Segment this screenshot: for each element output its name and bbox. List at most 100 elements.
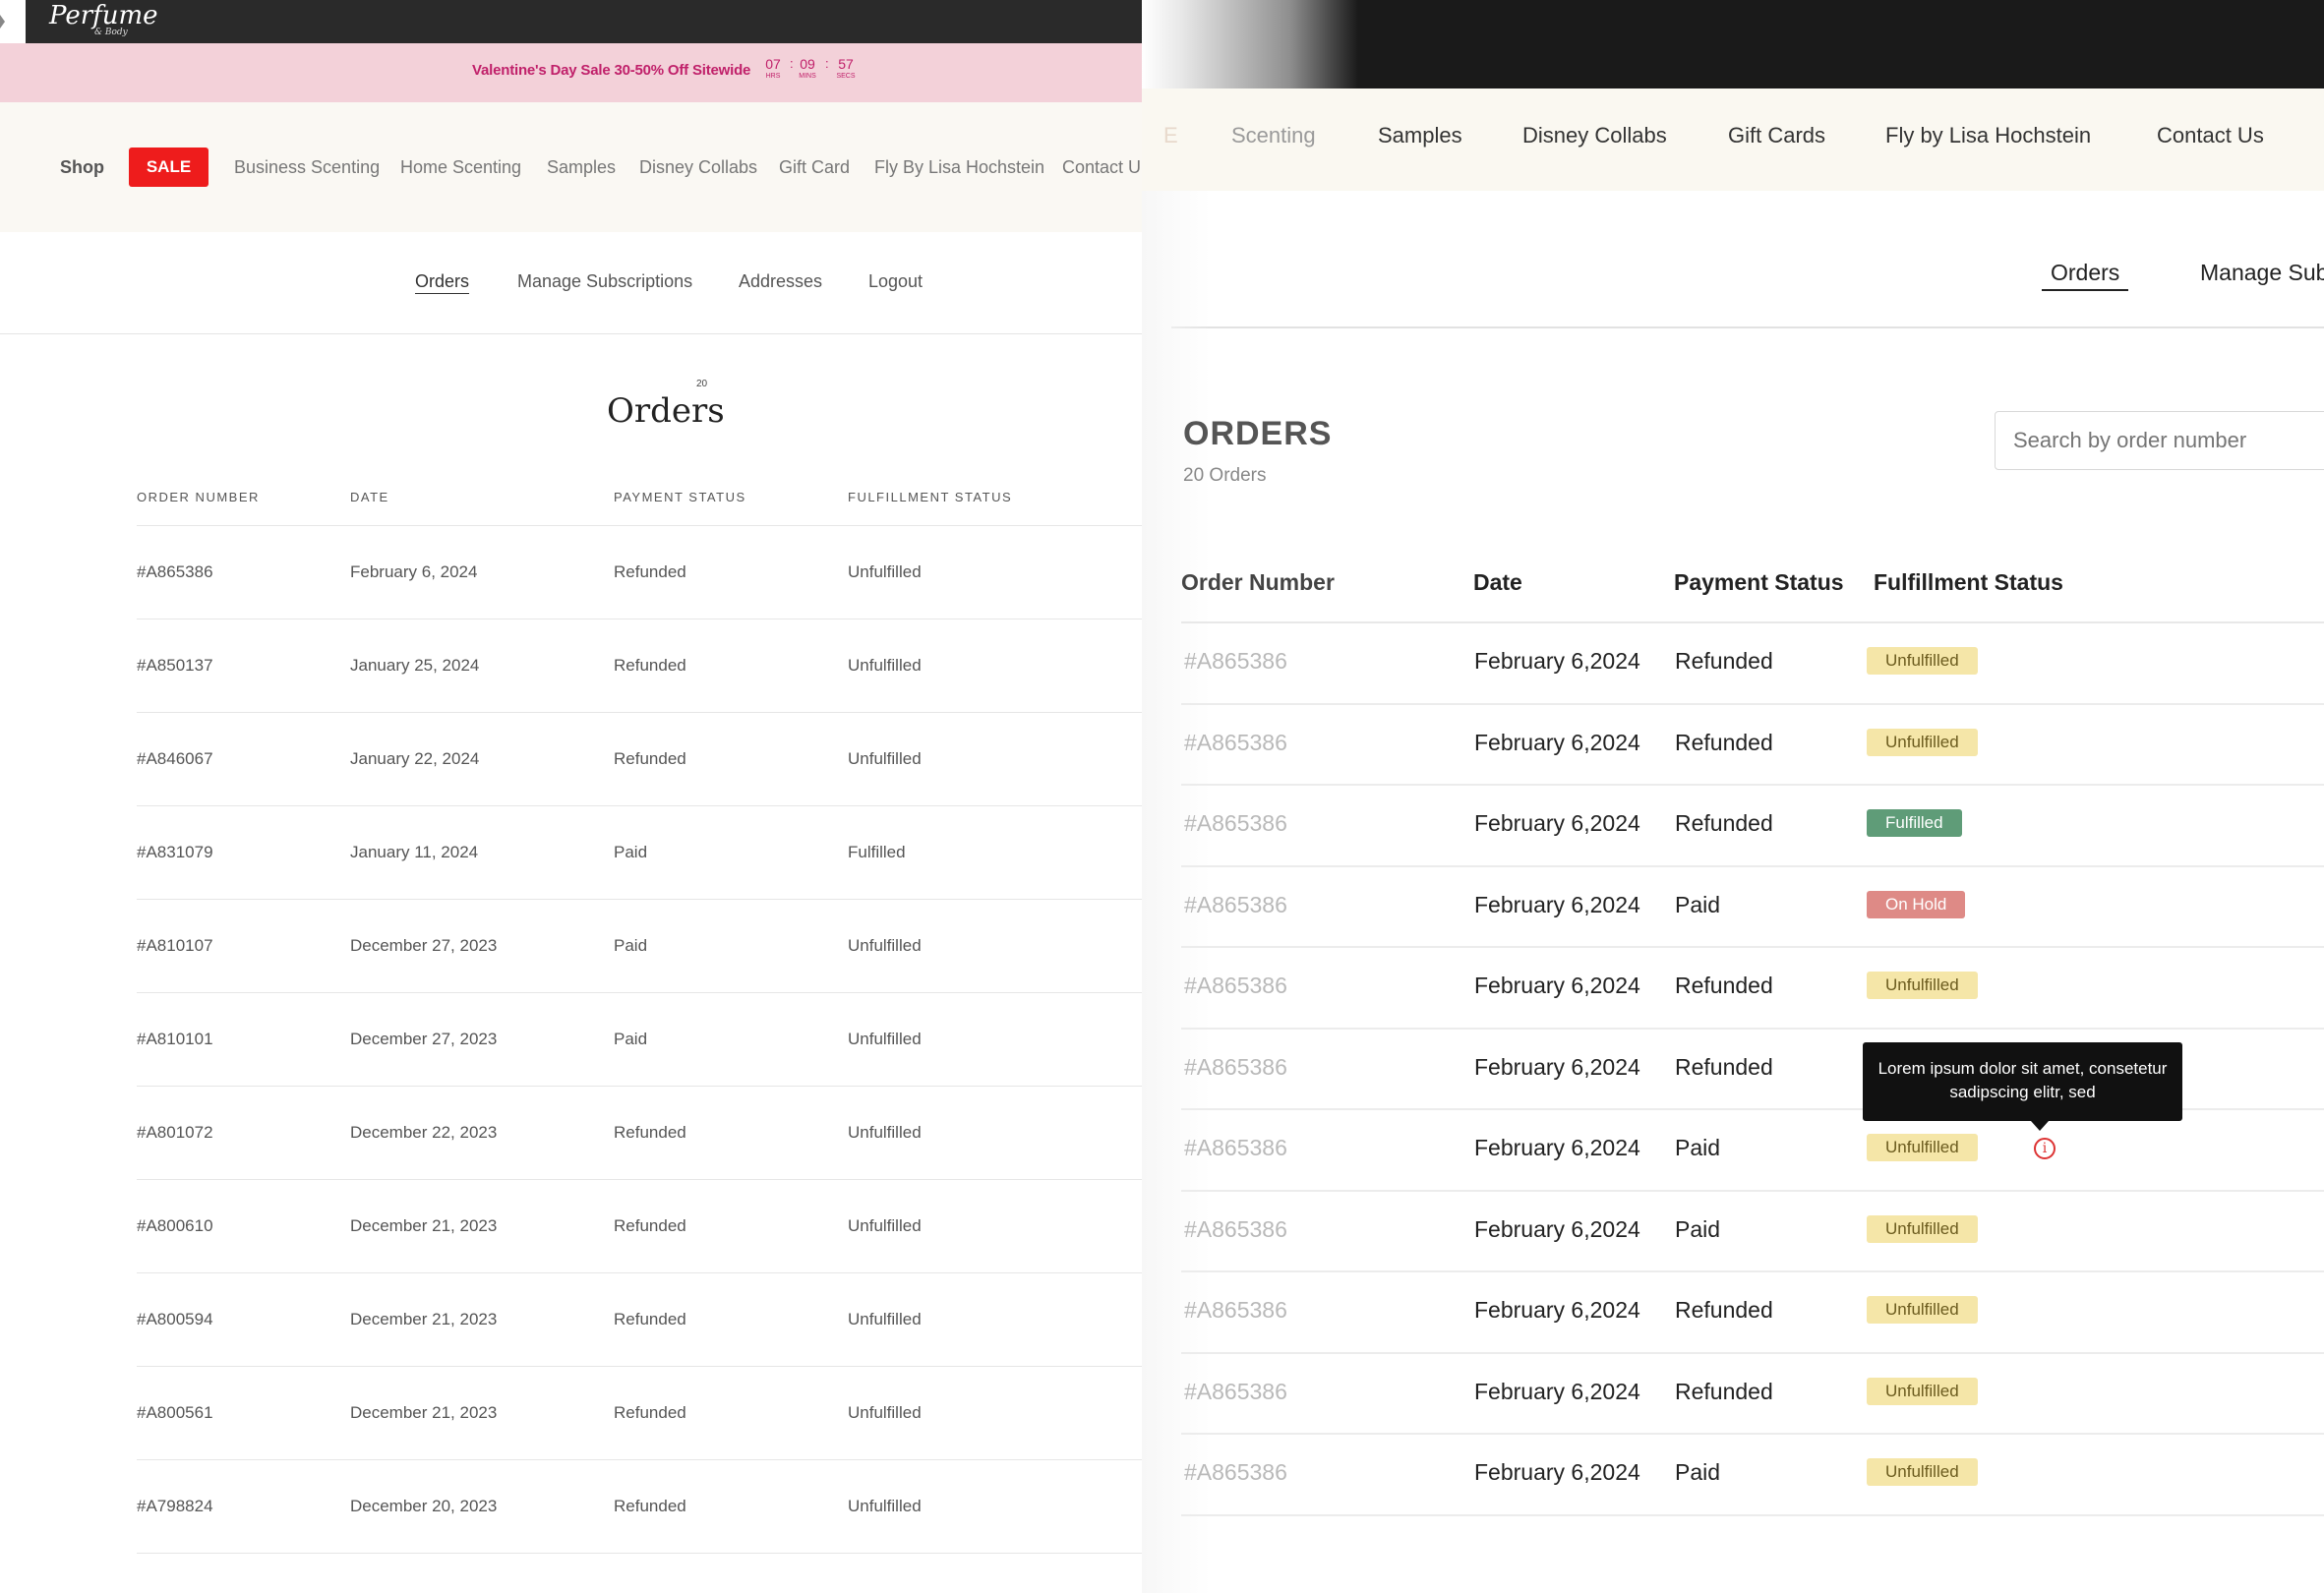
order-number-cell[interactable]: #A846067 (137, 749, 213, 769)
order-number-cell[interactable]: #A810101 (137, 1030, 213, 1049)
header-payment-status: Payment Status (1674, 569, 1844, 595)
tab-orders[interactable]: Orders (2051, 260, 2119, 286)
tab-manage-subscriptions[interactable]: Manage Subscriptions (517, 271, 692, 292)
tab-manage-subscriptions[interactable]: Manage Subsc (2200, 260, 2324, 286)
order-number-cell[interactable]: #A850137 (137, 656, 213, 676)
tab-addresses[interactable]: Addresses (739, 271, 822, 292)
nav-sale-button[interactable]: SALE (129, 148, 209, 187)
table-body: #A865386 February 6, 2024 Refunded Unfulfil… (137, 526, 1142, 1554)
search-input[interactable] (1995, 411, 2324, 470)
order-number-cell[interactable]: #A865386 (137, 562, 213, 582)
status-badge: Unfulfilled (1867, 972, 1978, 999)
date-cell: December 21, 2023 (350, 1310, 498, 1328)
status-badge: Unfulfilled (1867, 1377, 1978, 1405)
tab-logout[interactable]: Logout (868, 271, 923, 292)
order-number-cell[interactable]: #A810107 (137, 936, 213, 956)
nav-fly-by-lisa[interactable]: Fly by Lisa Hochstein (1885, 123, 2091, 148)
table-row[interactable]: #A865386 February 6,2024 Refunded Unfulfill… (1181, 623, 2324, 705)
nav-fly-by-lisa[interactable]: Fly By Lisa Hochstein (874, 157, 1044, 178)
nav-scenting[interactable]: Scenting (1231, 123, 1316, 148)
table-row[interactable]: #A865386 February 6,2024 Paid Unfulfilled (1181, 1435, 2324, 1516)
table-row[interactable]: #A801072 December 22, 2023 Refunded Unfulfi… (137, 1087, 1142, 1180)
table-row[interactable]: #A831079 January 11, 2024 Paid Fulfilled (137, 806, 1142, 900)
fulfillment-status-cell: Unfulfilled (848, 749, 922, 768)
table-row[interactable]: #A865386 February 6,2024 Refunded Unfulfill… (1181, 1272, 2324, 1354)
table-row[interactable]: #A865386 February 6, 2024 Refunded Unfulfil… (137, 526, 1142, 620)
table-row[interactable]: #A865386 February 6,2024 Paid On Hold (1181, 867, 2324, 948)
top-bar (1142, 0, 2324, 88)
table-row[interactable]: #A865386 February 6,2024 Refunded Unfulfill… (1181, 948, 2324, 1030)
countdown-unit: SECS (836, 73, 856, 80)
nav-home-scenting[interactable]: Home Scenting (400, 157, 521, 178)
nav-samples[interactable]: Samples (1378, 123, 1462, 148)
table-row[interactable]: #A810107 December 27, 2023 Paid Unfulfilled (137, 900, 1142, 993)
order-number-cell[interactable]: #A800561 (137, 1403, 213, 1423)
order-number-cell[interactable]: #A800594 (137, 1310, 213, 1329)
order-number-cell[interactable]: #A865386 (1184, 1216, 1287, 1243)
nav-disney-collabs[interactable]: Disney Collabs (639, 157, 757, 178)
nav-shop[interactable]: Shop (60, 157, 104, 178)
order-number-cell[interactable]: #A865386 (1184, 1297, 1287, 1324)
date-cell: December 21, 2023 (350, 1216, 498, 1235)
payment-status-cell: Refunded (1675, 648, 1773, 674)
table-row[interactable]: #A850137 January 25, 2024 Refunded Unfulfil… (137, 620, 1142, 713)
table-header: Order Number Date Payment Status Fulfill… (1181, 551, 2324, 623)
fulfillment-status-cell: Unfulfilled (848, 1216, 922, 1235)
order-number-cell[interactable]: #A865386 (1184, 1054, 1287, 1081)
order-number-cell[interactable]: #A865386 (1184, 973, 1287, 999)
nav-gift-cards[interactable]: Gift Cards (1728, 123, 1825, 148)
info-icon[interactable]: i (2034, 1138, 2056, 1159)
order-number-cell[interactable]: #A865386 (1184, 648, 1287, 675)
payment-status-cell: Refunded (614, 562, 686, 581)
nav-contact[interactable]: Contact U (1062, 157, 1141, 178)
order-number-cell[interactable]: #A798824 (137, 1497, 213, 1516)
nav-item-cut[interactable]: E (1163, 123, 1178, 148)
menu-toggle-icon[interactable] (0, 0, 26, 43)
countdown-hours: 07 HRS (758, 56, 788, 80)
date-cell: January 11, 2024 (350, 843, 479, 861)
order-number-cell[interactable]: #A865386 (1184, 1379, 1287, 1405)
order-number-cell[interactable]: #A865386 (1184, 892, 1287, 918)
nav-business-scenting[interactable]: Business Scenting (234, 157, 380, 178)
payment-status-cell: Refunded (614, 1123, 686, 1142)
order-number-cell[interactable]: #A865386 (1184, 810, 1287, 837)
countdown-value: 07 (765, 56, 781, 72)
order-number-cell[interactable]: #A865386 (1184, 730, 1287, 756)
table-row[interactable]: #A865386 February 6,2024 Paid Unfulfilled (1181, 1192, 2324, 1272)
orders-count: 20 Orders (1183, 465, 1267, 486)
table-row[interactable]: #A798824 December 20, 2023 Refunded Unfulfi… (137, 1460, 1142, 1554)
order-number-cell[interactable]: #A831079 (137, 843, 213, 862)
table-row[interactable]: #A865386 February 6,2024 Refunded Unfulfill… (1181, 1354, 2324, 1435)
payment-status-cell: Paid (614, 1030, 648, 1048)
table-row[interactable]: #A865386 February 6,2024 Refunded Unfulfill… (1181, 705, 2324, 786)
order-number-cell[interactable]: #A801072 (137, 1123, 213, 1143)
page-title: Orders (607, 391, 725, 431)
order-number-cell[interactable]: #A800610 (137, 1216, 213, 1236)
tab-orders[interactable]: Orders (415, 271, 469, 292)
nav-disney-collabs[interactable]: Disney Collabs (1522, 123, 1667, 148)
table-row[interactable]: #A865386 February 6,2024 Refunded Fulfilled (1181, 786, 2324, 867)
order-number-cell[interactable]: #A865386 (1184, 1135, 1287, 1161)
nav-gift-card[interactable]: Gift Card (779, 157, 850, 178)
date-cell: January 22, 2024 (350, 749, 480, 768)
countdown-value: 09 (800, 56, 815, 72)
table-row[interactable]: #A846067 January 22, 2024 Refunded Unfulfil… (137, 713, 1142, 806)
promo-banner: Valentine's Day Sale 30-50% Off Sitewide… (0, 43, 1142, 102)
table-row[interactable]: #A800610 December 21, 2023 Refunded Unfulfi… (137, 1180, 1142, 1273)
table-row[interactable]: #A810101 December 27, 2023 Paid Unfulfilled (137, 993, 1142, 1087)
table-row[interactable]: #A800594 December 21, 2023 Refunded Unfulfi… (137, 1273, 1142, 1367)
date-cell: December 22, 2023 (350, 1123, 498, 1142)
date-cell: February 6,2024 (1474, 1297, 1640, 1323)
table-row[interactable]: #A865386 February 6,2024 Paid Unfulfilled (1181, 1110, 2324, 1192)
table-row[interactable]: #A800561 December 21, 2023 Refunded Unfulfi… (137, 1367, 1142, 1460)
nav-samples[interactable]: Samples (547, 157, 616, 178)
countdown-minutes: 09 MINS (793, 56, 822, 80)
nav-contact-us[interactable]: Contact Us (2157, 123, 2264, 148)
order-number-cell[interactable]: #A865386 (1184, 1459, 1287, 1486)
payment-status-cell: Paid (1675, 1215, 1721, 1242)
promo-text[interactable]: Valentine's Day Sale 30-50% Off Sitewide (472, 62, 750, 79)
date-cell: February 6,2024 (1474, 1053, 1640, 1080)
brand-logo[interactable]: Perfume (49, 2, 158, 30)
payment-status-cell: Refunded (1675, 1378, 1773, 1404)
date-cell: February 6,2024 (1474, 891, 1640, 917)
